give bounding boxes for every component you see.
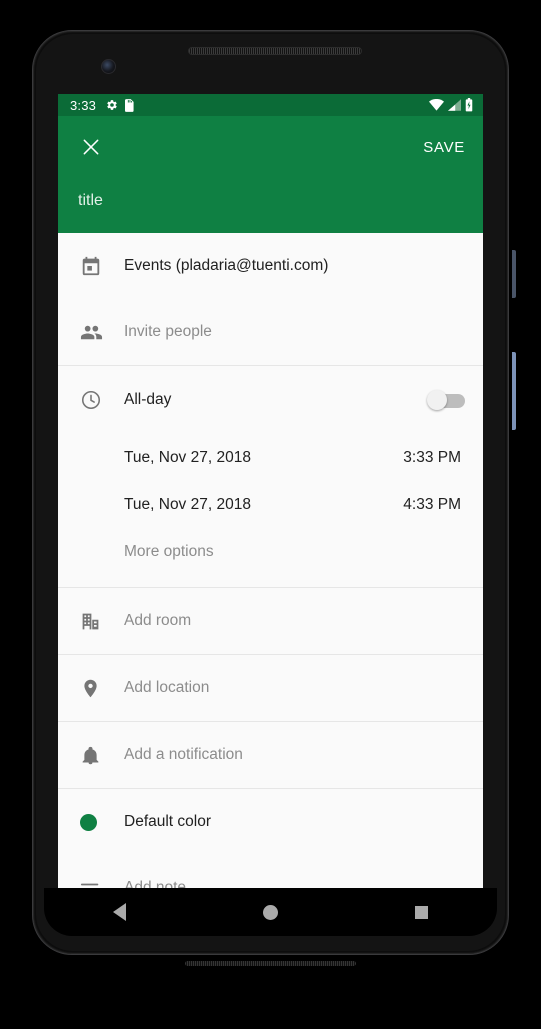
start-date[interactable]: Tue, Nov 27, 2018 bbox=[124, 449, 403, 467]
guests-row[interactable]: Invite people bbox=[58, 299, 483, 365]
cell-signal-icon bbox=[448, 99, 461, 111]
status-bar-right-icons bbox=[429, 98, 473, 112]
color-row[interactable]: Default color bbox=[58, 789, 483, 855]
power-button[interactable] bbox=[512, 250, 516, 298]
people-icon bbox=[80, 321, 124, 344]
more-options-row[interactable]: More options bbox=[58, 528, 483, 575]
room-row-label: Add room bbox=[124, 612, 192, 629]
color-note-group: Default color Add note bbox=[58, 789, 483, 888]
settings-gear-icon bbox=[106, 99, 118, 111]
app-bar: SAVE title bbox=[58, 116, 483, 233]
front-camera bbox=[101, 59, 116, 74]
color-swatch bbox=[80, 813, 97, 831]
end-date[interactable]: Tue, Nov 27, 2018 bbox=[124, 496, 403, 514]
screenshot-stage: 3:33 SAVE title Events (pladaria@tuenti.… bbox=[0, 0, 541, 1029]
location-row-label: Add location bbox=[124, 679, 210, 696]
toggle-knob bbox=[427, 389, 447, 410]
start-time[interactable]: 3:33 PM bbox=[403, 449, 461, 467]
recents-square-icon[interactable] bbox=[415, 905, 429, 919]
event-title-input[interactable]: title bbox=[58, 178, 483, 224]
location-group: Add location bbox=[58, 655, 483, 722]
note-row-label: Add note bbox=[124, 879, 187, 888]
location-row[interactable]: Add location bbox=[58, 655, 483, 721]
volume-button[interactable] bbox=[512, 352, 516, 430]
room-row[interactable]: Add room bbox=[58, 588, 483, 654]
notification-row-label: Add a notification bbox=[124, 746, 243, 763]
back-triangle-icon[interactable] bbox=[112, 903, 126, 921]
end-time[interactable]: 4:33 PM bbox=[403, 496, 461, 514]
status-bar-left-icons bbox=[106, 98, 135, 112]
start-datetime-row[interactable]: Tue, Nov 27, 2018 3:33 PM bbox=[58, 434, 483, 481]
event-form-list: Events (pladaria@tuenti.com) Invite peop… bbox=[58, 233, 483, 888]
end-datetime-row[interactable]: Tue, Nov 27, 2018 4:33 PM bbox=[58, 481, 483, 528]
sd-card-icon bbox=[125, 98, 135, 112]
battery-charging-icon bbox=[465, 98, 473, 112]
close-icon bbox=[81, 137, 101, 157]
note-row[interactable]: Add note bbox=[58, 855, 483, 888]
bell-icon bbox=[80, 745, 124, 766]
calendar-row[interactable]: Events (pladaria@tuenti.com) bbox=[58, 233, 483, 299]
status-bar-clock: 3:33 bbox=[70, 97, 97, 113]
calendar-icon bbox=[80, 255, 124, 277]
save-button[interactable]: SAVE bbox=[423, 139, 465, 156]
location-pin-icon bbox=[80, 678, 124, 699]
notification-group: Add a notification bbox=[58, 722, 483, 789]
phone-screen: 3:33 SAVE title Events (pladaria@tuenti.… bbox=[58, 94, 483, 888]
notification-row[interactable]: Add a notification bbox=[58, 722, 483, 788]
status-bar: 3:33 bbox=[58, 94, 483, 116]
app-bar-actions: SAVE bbox=[58, 116, 483, 178]
more-options-label: More options bbox=[124, 542, 214, 560]
building-icon bbox=[80, 611, 124, 632]
calendar-guests-group: Events (pladaria@tuenti.com) Invite peop… bbox=[58, 233, 483, 366]
all-day-toggle[interactable] bbox=[427, 389, 465, 410]
clock-icon bbox=[80, 389, 124, 411]
bottom-speaker bbox=[185, 961, 356, 966]
room-group: Add room bbox=[58, 588, 483, 655]
all-day-row[interactable]: All-day bbox=[58, 366, 483, 434]
earpiece-speaker bbox=[188, 47, 362, 55]
all-day-label: All-day bbox=[124, 391, 172, 408]
notes-icon bbox=[80, 881, 124, 888]
home-circle-icon[interactable] bbox=[262, 904, 278, 920]
wifi-icon bbox=[429, 99, 444, 111]
calendar-row-label: Events (pladaria@tuenti.com) bbox=[124, 257, 329, 274]
time-group: All-day Tue, Nov 27, 2018 3:33 PM Tue, N… bbox=[58, 366, 483, 588]
guests-row-label: Invite people bbox=[124, 323, 212, 340]
event-title-placeholder: title bbox=[78, 192, 103, 209]
color-row-label: Default color bbox=[124, 813, 212, 830]
color-dot-icon bbox=[80, 813, 124, 831]
close-button[interactable] bbox=[78, 134, 104, 160]
android-nav-bar bbox=[44, 888, 497, 936]
